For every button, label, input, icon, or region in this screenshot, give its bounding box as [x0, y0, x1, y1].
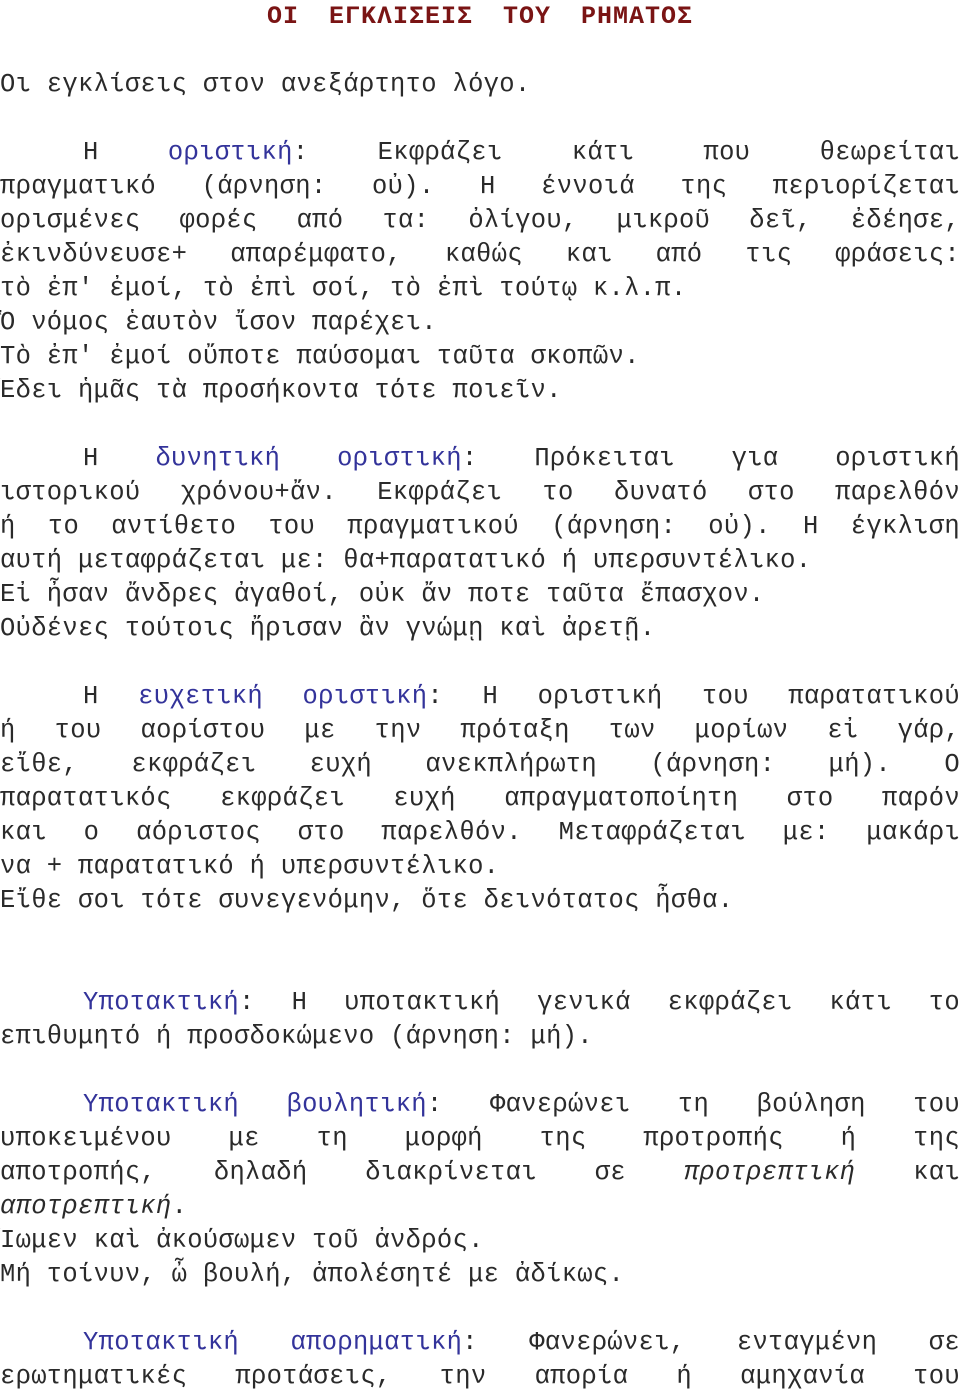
example-line: Ἔδει ἡμᾶς τὰ προσήκοντα τότε ποιεῖν. [0, 376, 562, 405]
page-title: ΟΙ ΕΓΚΛΙΣΕΙΣ ΤΟΥ ΡΗΜΑΤΟΣ [266, 2, 694, 31]
example-line: Ἴωμεν καὶ ἀκούσωμεν τοῦ ἀνδρός. [0, 1226, 484, 1255]
example-line: Εἴθε σοι τότε συνεγενόμην, ὅτε δεινότατο… [0, 886, 734, 915]
text: αποτροπής, δηλαδή διακρίνεται σε [0, 1158, 684, 1187]
text: Η υποτακτική γενικά εκφράζει κάτι το [254, 988, 960, 1017]
text-line: παρατατικός εκφράζει ευχή απραγματοποίητ… [0, 784, 960, 813]
vouliti-paragraph-line-1: Υποτακτική βουλητική: Φανερώνει τη βούλη… [0, 1088, 960, 1122]
term-oristiki: οριστική [167, 138, 293, 167]
example-line: Εἰ ἦσαν ἄνδρες ἀγαθοί, οὐκ ἄν ποτε ταῦτα… [0, 580, 765, 609]
colon: : [239, 988, 255, 1017]
colon: : [292, 138, 309, 167]
text-line: ιστορικού χρόνου+ἄν. Εκφράζει το δυνατό … [0, 478, 960, 507]
term-ypotaktiki: Υποτακτική [83, 988, 240, 1017]
lead-word: Η [83, 682, 99, 711]
efchetiki-paragraph-line-1: Η ευχετική οριστική: Η οριστική του παρα… [0, 680, 960, 714]
text: Η οριστική του παρατατικού [442, 682, 960, 711]
text-line: αποτρεπτική. [0, 1190, 960, 1224]
text-line: και ο αόριστος στο παρελθόν. Μεταφράζετα… [0, 818, 960, 847]
text: και [913, 1158, 960, 1187]
italic-term: αποτρεπτική [0, 1192, 172, 1221]
text-line: ορισμένες φορές από τα: ὀλίγου, μικροῦ δ… [0, 206, 960, 235]
colon: : [426, 1090, 443, 1119]
colon: : [461, 444, 478, 473]
text: Εκφράζει κάτι που θεωρείται [308, 138, 960, 167]
text-line: εἴθε, εκφράζει ευχή ανεκπλήρωτη (άρνηση:… [0, 750, 960, 779]
colon: : [427, 682, 443, 711]
text-line: επιθυμητό ή προσδοκώμενο (άρνηση: μή). [0, 1022, 593, 1051]
text-line: ή το αντίθετο του πραγματικού (άρνηση: ο… [0, 512, 960, 541]
example-line: Τὸ ἐπ' ἐμοί οὔποτε παύσομαι ταῦτα σκοπῶν… [0, 342, 640, 371]
text: Φανερώνει, ενταγμένη σε [477, 1328, 960, 1357]
lead-word: Η [83, 138, 99, 167]
term-aporimatiki: Υποτακτική απορηματική [83, 1328, 463, 1357]
example-line: Οὐδένες τούτοις ἤρισαν ἂν γνώμῃ καὶ ἀρετ… [0, 614, 656, 643]
ypotaktiki-paragraph-line-1: Υποτακτική: Η υποτακτική γενικά εκφράζει… [0, 986, 960, 1020]
text: . [171, 1192, 188, 1221]
text-line: αυτή μεταφράζεται με: θα+παρατατικό ή υπ… [0, 546, 812, 575]
text: Φανερώνει τη βούληση του [442, 1090, 960, 1119]
text-line: πραγματικό (άρνηση: οὐ). Η έννοιά της πε… [0, 172, 960, 201]
text-line: να + παρατατικό ή υπερσυντέλικο. [0, 852, 500, 881]
text-line: υποκειμένου με τη μορφή της προτροπής ή … [0, 1124, 960, 1153]
example-line: Ὁ νόμος ἑαυτὸν ἴσον παρέχει. [0, 308, 437, 337]
lead-word: Η [83, 444, 99, 473]
term-dynitiki: δυνητική οριστική [155, 444, 462, 473]
term-efchetiki: ευχετική οριστική [138, 682, 428, 711]
dynitiki-paragraph-line-1: Η δυνητική οριστική: Πρόκειται για οριστ… [0, 442, 960, 476]
text-line: τὸ ἐπ' ἐμοί, τὸ ἐπὶ σοί, τὸ ἐπὶ τούτῳ κ.… [0, 274, 687, 303]
text: Πρόκειται για οριστική [477, 444, 960, 473]
aporimatiki-paragraph-line-1: Υποτακτική απορηματική: Φανερώνει, ενταγ… [0, 1326, 960, 1360]
text-line: αποτροπής, δηλαδή διακρίνεται σε προτρεπ… [0, 1156, 960, 1190]
oristiki-paragraph-line-1: Η οριστική: Εκφράζει κάτι που θεωρείται [0, 136, 960, 170]
text-line: ή του αορίστου με την πρόταξη των μορίων… [0, 716, 960, 745]
example-line: Μή τοίνυν, ὦ βουλή, ἀπολέσητέ με ἀδίκως. [0, 1260, 625, 1289]
text-line: ἐκινδύνευσε+ απαρέμφατο, καθώς και από τ… [0, 240, 960, 269]
intro-heading: Οι εγκλίσεις στον ανεξάρτητο λόγο. [0, 70, 531, 99]
term-vouliti: Υποτακτική βουλητική [83, 1090, 427, 1119]
colon: : [462, 1328, 478, 1357]
text-line: ερωτηματικές προτάσεις, την απορία ή αμη… [0, 1362, 960, 1391]
italic-term: προτρεπτική [683, 1158, 856, 1187]
